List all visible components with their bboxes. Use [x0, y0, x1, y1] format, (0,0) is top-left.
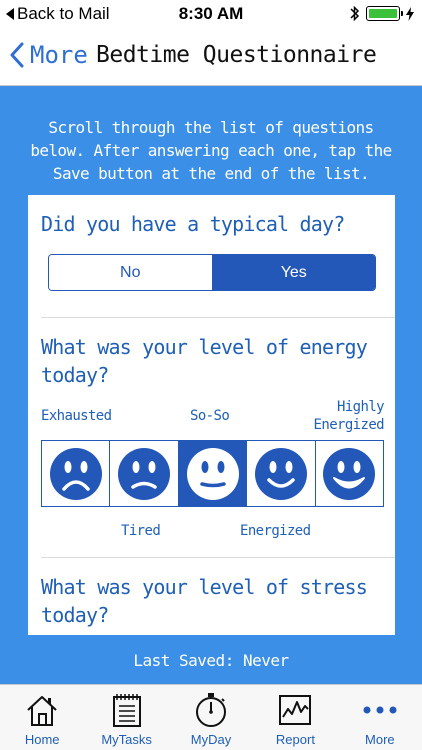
battery-icon	[366, 6, 403, 21]
nav-bar: More Bedtime Questionnaire	[0, 28, 422, 86]
energy-option-exhausted[interactable]	[42, 441, 110, 506]
sad-face-icon	[118, 447, 171, 500]
questions-card[interactable]: Did you have a typical day? No Yes What …	[28, 195, 395, 635]
intro-text: Scroll through the list of questions bel…	[30, 118, 392, 183]
energy-label-highly-energized: Highly Energized	[313, 399, 385, 433]
question-typical-day: Did you have a typical day?	[41, 212, 345, 236]
energy-option-so-so[interactable]	[177, 441, 247, 506]
divider	[41, 317, 395, 318]
tab-mytasks-label: MyTasks	[101, 732, 152, 747]
notepad-icon	[112, 694, 141, 727]
tab-home-label: Home	[24, 732, 60, 747]
tab-more-label: More	[365, 732, 395, 747]
page-title: Bedtime Questionnaire	[96, 42, 377, 68]
stopwatch-icon	[196, 693, 227, 727]
energy-option-energized[interactable]	[246, 441, 315, 506]
very-sad-face-icon	[49, 447, 102, 500]
energy-option-tired[interactable]	[109, 441, 178, 506]
typical-day-yes-option[interactable]: Yes	[211, 255, 375, 290]
house-icon	[27, 696, 57, 726]
last-saved-status: Last Saved: Never	[133, 651, 289, 670]
question-energy: What was your level of energy today?	[41, 335, 368, 387]
tab-myday[interactable]: MyDay	[169, 685, 253, 750]
questionnaire-content[interactable]: Scroll through the list of questions bel…	[0, 86, 422, 684]
typical-day-segmented-control[interactable]: No Yes	[48, 254, 376, 291]
divider	[41, 557, 395, 558]
energy-label-tired: Tired	[121, 523, 161, 539]
neutral-face-icon	[186, 447, 239, 500]
tab-bar: Home MyTasks MyDay Report More	[0, 684, 422, 750]
typical-day-no-option[interactable]: No	[49, 255, 212, 290]
tab-myday-label: MyDay	[190, 732, 232, 747]
charging-bolt-icon	[406, 6, 414, 21]
tab-home[interactable]: Home	[0, 685, 84, 750]
status-bar: Back to Mail 8:30 AM	[0, 0, 422, 28]
energy-level-selector[interactable]	[41, 440, 384, 507]
tab-more[interactable]: More	[338, 685, 422, 750]
energy-label-energized: Energized	[240, 523, 311, 539]
energy-label-exhausted: Exhausted	[41, 408, 112, 424]
bluetooth-icon	[350, 5, 360, 22]
tab-report[interactable]: Report	[253, 685, 337, 750]
question-stress: What was your level of stress today?	[41, 575, 368, 627]
tab-report-label: Report	[275, 732, 315, 747]
energy-label-so-so: So-So	[190, 408, 230, 424]
more-dots-icon	[363, 706, 397, 714]
more-back-button[interactable]: More	[10, 41, 88, 69]
tab-mytasks[interactable]: MyTasks	[84, 685, 168, 750]
more-back-label: More	[30, 41, 88, 69]
chart-icon	[279, 695, 312, 725]
chevron-left-icon	[10, 42, 24, 68]
happy-face-icon	[254, 447, 307, 500]
status-indicators	[350, 5, 414, 22]
very-happy-face-icon	[323, 447, 376, 500]
energy-option-highly-energized[interactable]	[314, 441, 384, 506]
